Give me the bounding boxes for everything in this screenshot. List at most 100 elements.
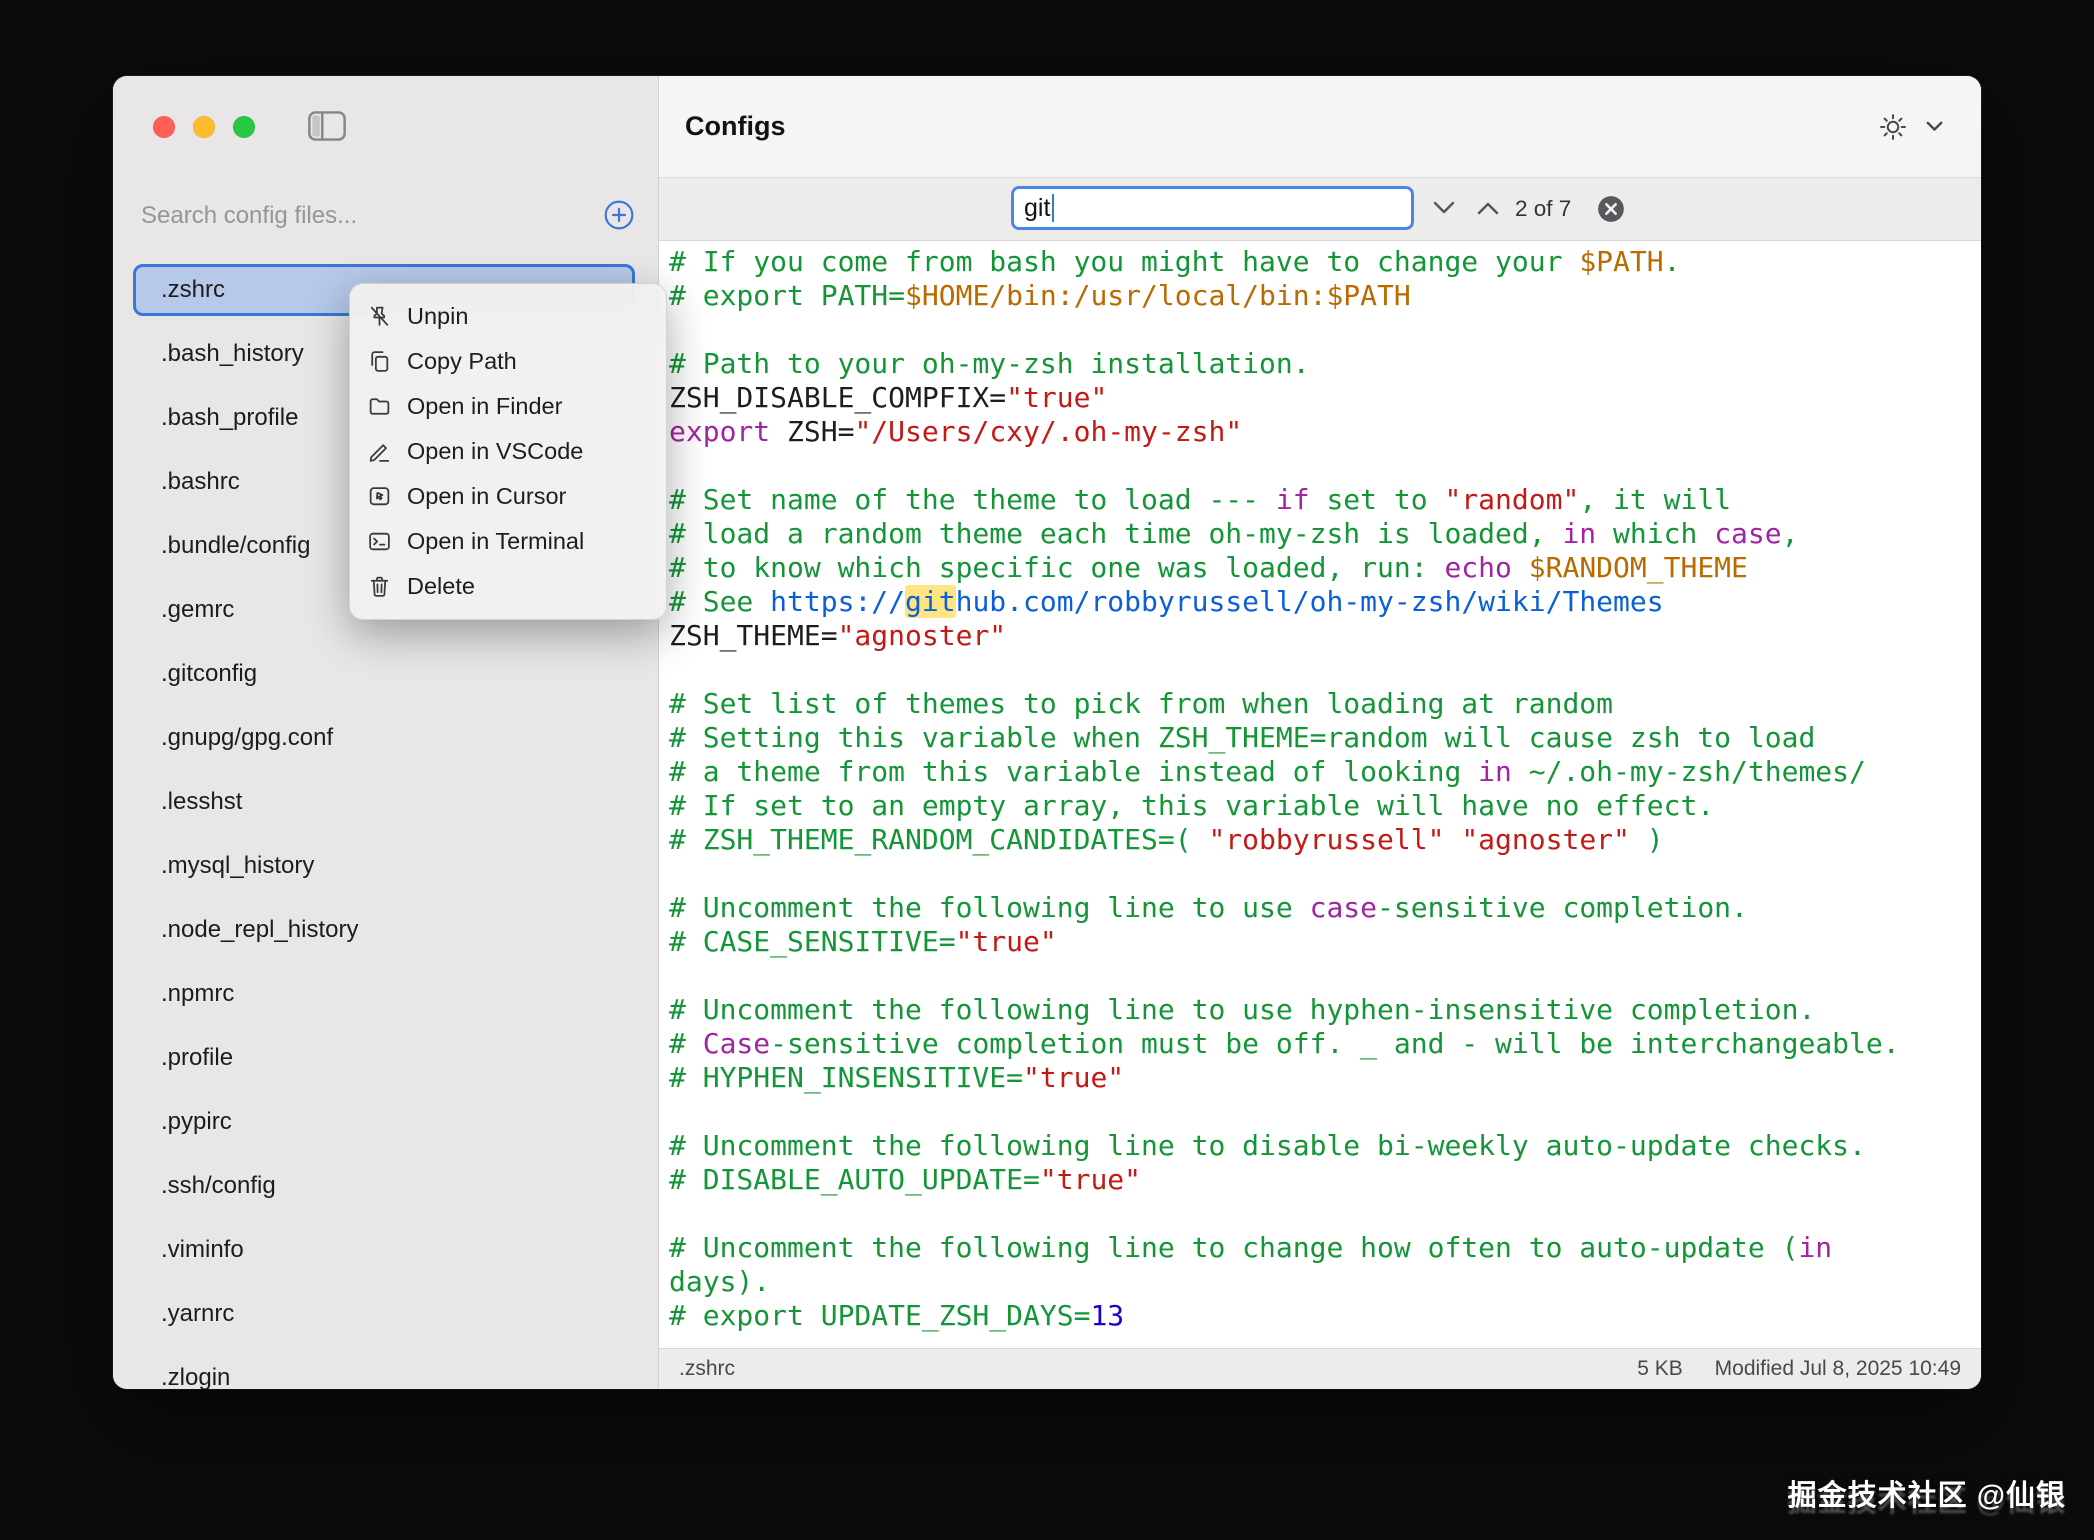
code-line: # If set to an empty array, this variabl… [669,789,1981,823]
chevron-down-icon [1926,121,1943,132]
chevron-up-icon [1476,204,1500,219]
main-content: Configs git [659,76,1981,1389]
menu-item-open-in-vscode[interactable]: Open in VSCode [350,429,666,474]
chevron-down-icon [1432,204,1456,219]
code-line: # HYPHEN_INSENSITIVE="true" [669,1061,1981,1095]
sidebar-item-label: .profile [161,1044,233,1072]
find-query-text: git [1024,194,1050,223]
sidebar-item-npmrc[interactable]: .npmrc [133,968,635,1020]
code-line: # Uncomment the following line to use ca… [669,891,1981,925]
desktop-background: Search config files... .zshrc.bash_histo… [0,0,2094,1540]
sidebar-item-gnupg-gpg-conf[interactable]: .gnupg/gpg.conf [133,712,635,764]
sidebar-item-label: .bash_profile [161,404,298,432]
status-file-info: 5 KB Modified Jul 8, 2025 10:49 [1611,1357,1961,1381]
sidebar-toggle-button[interactable] [305,110,349,144]
sidebar-item-label: .gitconfig [161,660,257,688]
theme-menu-button[interactable] [1926,121,1943,132]
code-line: # Set list of themes to pick from when l… [669,687,1981,721]
sidebar-search-row: Search config files... [141,194,636,238]
menu-item-delete[interactable]: Delete [350,564,666,609]
sidebar-item-label: .gnupg/gpg.conf [161,724,333,752]
code-line: # ZSH_THEME_RANDOM_CANDIDATES=( "robbyru… [669,823,1981,857]
sidebar-item-zlogin[interactable]: .zlogin [133,1352,635,1389]
code-line: # Uncomment the following line to disabl… [669,1129,1981,1163]
find-previous-button[interactable] [1471,192,1505,226]
code-line: days). [669,1265,1981,1299]
sun-icon [1878,112,1908,142]
code-line: # export PATH=$HOME/bin:/usr/local/bin:$… [669,279,1981,313]
code-line: # CASE_SENSITIVE="true" [669,925,1981,959]
code-line: # Case-sensitive completion must be off.… [669,1027,1981,1061]
code-line [669,653,1981,687]
code-line [669,449,1981,483]
add-config-button[interactable] [602,199,636,233]
status-filesize: 5 KB [1637,1357,1683,1380]
plus-circle-icon [603,219,635,234]
menu-item-open-in-cursor[interactable]: Open in Cursor [350,474,666,519]
code-line: # Setting this variable when ZSH_THEME=r… [669,721,1981,755]
sidebar-item-label: .ssh/config [161,1172,276,1200]
menu-item-label: Unpin [407,303,468,330]
close-window-button[interactable] [153,116,175,138]
titlebar: Configs [659,76,1981,178]
status-modified: Modified Jul 8, 2025 10:49 [1715,1357,1961,1380]
copy-icon [366,349,392,375]
trash-icon [366,574,392,600]
sidebar-item-label: .npmrc [161,980,234,1008]
sidebar-item-gitconfig[interactable]: .gitconfig [133,648,635,700]
titlebar-actions [1878,112,1943,142]
find-bar: git 2 of 7 [659,178,1981,241]
sidebar-item-mysql-history[interactable]: .mysql_history [133,840,635,892]
sidebar: Search config files... .zshrc.bash_histo… [113,76,659,1389]
context-menu: Unpin Copy PathOpen in FinderOpen in VSCo… [349,283,667,620]
menu-item-open-in-terminal[interactable]: Open in Terminal [350,519,666,564]
watermark: 掘金技术社区 @仙银 [1788,1472,2066,1514]
status-bar: .zshrc 5 KB Modified Jul 8, 2025 10:49 [659,1348,1981,1389]
sidebar-item-viminfo[interactable]: .viminfo [133,1224,635,1276]
find-input[interactable]: git [1011,186,1414,230]
sidebar-item-label: .lesshst [161,788,242,816]
find-next-button[interactable] [1427,192,1461,226]
theme-toggle-button[interactable] [1878,112,1908,142]
window-controls [153,116,255,138]
minimize-window-button[interactable] [193,116,215,138]
code-line [669,1197,1981,1231]
page-title: Configs [685,111,786,142]
sidebar-item-yarnrc[interactable]: .yarnrc [133,1288,635,1340]
text-caret [1052,194,1054,222]
cursor-icon [366,484,392,510]
code-editor[interactable]: # If you come from bash you might have t… [659,241,1981,1348]
code-line [669,857,1981,891]
sidebar-item-label: .bashrc [161,468,240,496]
sidebar-item-label: .zshrc [161,276,225,304]
x-circle-icon [1597,195,1625,223]
sidebar-item-label: .mysql_history [161,852,314,880]
sidebar-item-label: .gemrc [161,596,234,624]
sidebar-search-input[interactable]: Search config files... [141,202,357,230]
code-line: # a theme from this variable instead of … [669,755,1981,789]
sidebar-item-ssh-config[interactable]: .ssh/config [133,1160,635,1212]
menu-item-label: Delete [407,573,475,600]
menu-item-open-in-finder[interactable]: Open in Finder [350,384,666,429]
match-counter: 2 of 7 [1515,178,1571,240]
sidebar-item-lesshst[interactable]: .lesshst [133,776,635,828]
code-line [669,313,1981,347]
code-line: # Uncomment the following line to use hy… [669,993,1981,1027]
code-line: # Path to your oh-my-zsh installation. [669,347,1981,381]
code-line: # See https://github.com/robbyrussell/oh… [669,585,1981,619]
app-window: Search config files... .zshrc.bash_histo… [113,76,1981,1389]
code-line: # Uncomment the following line to change… [669,1231,1981,1265]
menu-item-copy-path[interactable]: Copy Path [350,339,666,384]
sidebar-item-profile[interactable]: .profile [133,1032,635,1084]
status-filename: .zshrc [679,1357,735,1381]
find-close-button[interactable] [1597,195,1625,223]
zoom-window-button[interactable] [233,116,255,138]
code-content: # If you come from bash you might have t… [659,241,1981,1333]
sidebar-item-pypirc[interactable]: .pypirc [133,1096,635,1148]
menu-item-label: Open in Cursor [407,483,566,510]
pencil-icon [366,439,392,465]
sidebar-item-node-repl-history[interactable]: .node_repl_history [133,904,635,956]
sidebar-item-label: .node_repl_history [161,916,358,944]
menu-item-unpin[interactable]: Unpin [350,294,666,339]
code-line [669,959,1981,993]
